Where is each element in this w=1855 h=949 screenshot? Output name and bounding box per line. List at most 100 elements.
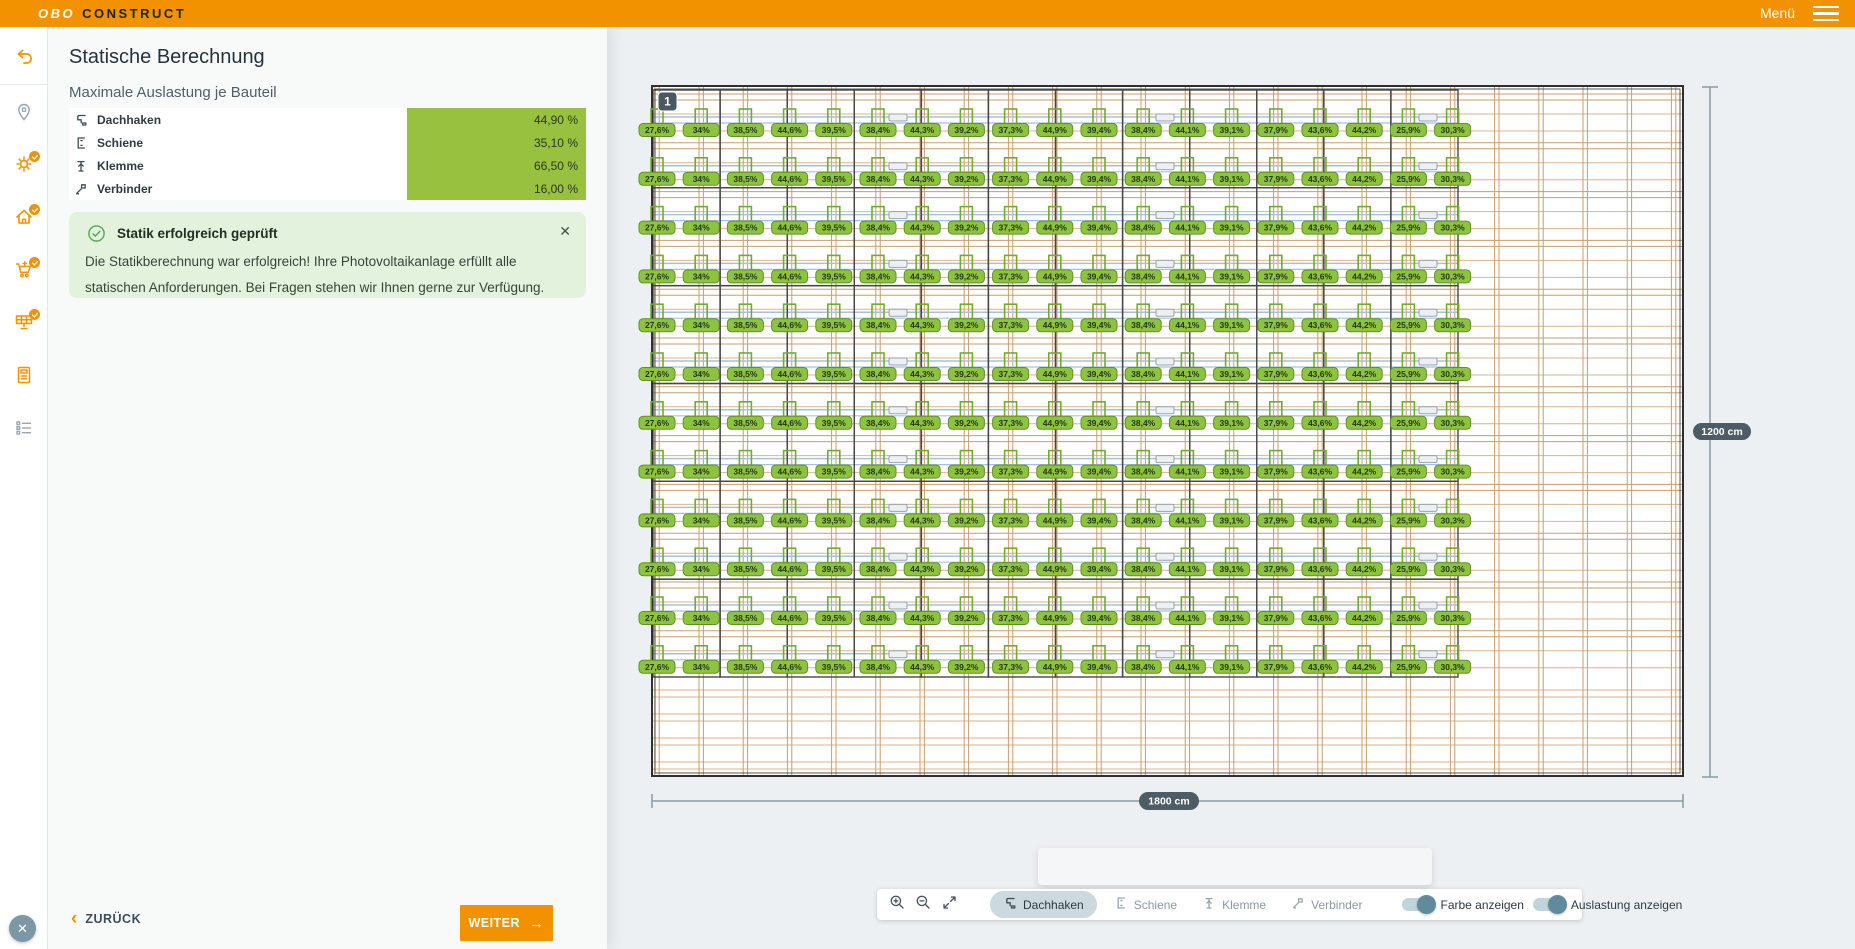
zoom-in-button[interactable] (889, 893, 906, 917)
svg-text:38,4%: 38,4% (866, 369, 891, 379)
svg-text:44,3%: 44,3% (910, 662, 935, 672)
filter-verbinder-button[interactable]: Verbinder (1283, 891, 1370, 918)
svg-text:30,3%: 30,3% (1441, 320, 1466, 330)
filter-klemme-button[interactable]: Klemme (1194, 891, 1274, 918)
logo-obo: OBO (38, 6, 75, 21)
svg-text:44,6%: 44,6% (778, 467, 803, 477)
sidebar-item-configuration[interactable] (0, 149, 48, 183)
svg-text:39,5%: 39,5% (822, 515, 847, 525)
toggle-show-color[interactable]: Farbe anzeigen (1402, 898, 1523, 912)
svg-text:30,3%: 30,3% (1441, 564, 1466, 574)
filter-schiene-button[interactable]: Schiene (1106, 891, 1185, 918)
svg-text:34%: 34% (693, 320, 710, 330)
svg-text:44,1%: 44,1% (1175, 662, 1200, 672)
svg-text:44,2%: 44,2% (1352, 223, 1377, 233)
svg-text:37,9%: 37,9% (1264, 320, 1289, 330)
svg-text:39,1%: 39,1% (1220, 125, 1245, 135)
svg-text:38,4%: 38,4% (1131, 369, 1156, 379)
toggle-switch[interactable] (1402, 898, 1433, 911)
sidebar-item-location[interactable] (0, 97, 48, 131)
svg-text:25,9%: 25,9% (1396, 320, 1421, 330)
filter-dachhaken-button[interactable]: Dachhaken (990, 891, 1097, 918)
sidebar-item-pv-layout[interactable] (0, 307, 48, 341)
chevron-left-icon: ‹ (71, 909, 77, 928)
svg-text:25,9%: 25,9% (1396, 271, 1421, 281)
svg-text:38,4%: 38,4% (1131, 418, 1156, 428)
svg-text:39,2%: 39,2% (954, 564, 979, 574)
svg-text:44,3%: 44,3% (910, 125, 935, 135)
height-dimension: 1200 cm (1693, 87, 1751, 777)
connector-icon (1291, 896, 1305, 913)
component-label: Dachhaken (97, 113, 161, 127)
svg-text:44,2%: 44,2% (1352, 125, 1377, 135)
layout-canvas[interactable]: 27,6%34%38,5%44,6%39,5%38,4%44,3%39,2%37… (607, 27, 1855, 949)
back-button[interactable]: ‹ ZURÜCK (71, 909, 141, 928)
zoom-out-icon (915, 894, 932, 916)
hamburger-menu-icon[interactable] (1811, 4, 1841, 23)
close-floating-button[interactable]: ✕ (9, 915, 36, 942)
svg-text:37,3%: 37,3% (999, 369, 1024, 379)
svg-text:38,4%: 38,4% (866, 662, 891, 672)
svg-text:25,9%: 25,9% (1396, 223, 1421, 233)
svg-text:39,2%: 39,2% (954, 662, 979, 672)
svg-text:27,6%: 27,6% (645, 662, 670, 672)
svg-text:38,4%: 38,4% (866, 125, 891, 135)
svg-text:44,1%: 44,1% (1175, 174, 1200, 184)
svg-text:43,6%: 43,6% (1308, 564, 1333, 574)
svg-text:43,6%: 43,6% (1308, 515, 1333, 525)
svg-text:44,9%: 44,9% (1043, 662, 1068, 672)
svg-text:38,4%: 38,4% (1131, 223, 1156, 233)
svg-text:30,3%: 30,3% (1441, 223, 1466, 233)
svg-text:37,3%: 37,3% (999, 613, 1024, 623)
alert-body: Die Statikberechnung war erfolgreich! Ih… (85, 249, 565, 301)
svg-text:25,9%: 25,9% (1396, 662, 1421, 672)
empty-info-panel (1038, 848, 1432, 885)
alert-title: Statik erfolgreich geprüft (117, 226, 278, 241)
connector-icon (74, 182, 88, 196)
svg-text:44,1%: 44,1% (1175, 515, 1200, 525)
svg-text:37,9%: 37,9% (1264, 662, 1289, 672)
toggle-switch[interactable] (1533, 898, 1564, 911)
alert-close-icon[interactable]: ✕ (559, 223, 571, 240)
svg-text:27,6%: 27,6% (645, 369, 670, 379)
svg-text:39,2%: 39,2% (954, 320, 979, 330)
utilization-row-dachhaken: Dachhaken44,90 % (69, 108, 586, 131)
menu-label[interactable]: Menü (1760, 5, 1795, 21)
svg-text:39,1%: 39,1% (1220, 369, 1245, 379)
svg-text:27,6%: 27,6% (645, 515, 670, 525)
rail-icon (74, 136, 88, 150)
fit-view-button[interactable] (941, 893, 958, 917)
svg-text:44,2%: 44,2% (1352, 369, 1377, 379)
svg-text:30,3%: 30,3% (1441, 369, 1466, 379)
sidebar-item-static-calculation[interactable] (0, 360, 48, 394)
sidebar-item-back[interactable] (0, 43, 48, 77)
svg-text:44,3%: 44,3% (910, 320, 935, 330)
svg-text:39,4%: 39,4% (1087, 613, 1112, 623)
toggle-show-utilization[interactable]: Auslastung anzeigen (1533, 898, 1682, 912)
static-calculation-panel: Statische Berechnung Maximale Auslastung… (48, 27, 607, 949)
component-label: Klemme (97, 159, 144, 173)
svg-text:44,2%: 44,2% (1352, 564, 1377, 574)
svg-text:39,2%: 39,2% (954, 613, 979, 623)
svg-text:25,9%: 25,9% (1396, 467, 1421, 477)
svg-text:34%: 34% (693, 564, 710, 574)
roof-hook-icon (1003, 896, 1017, 913)
zoom-out-button[interactable] (915, 893, 932, 917)
sidebar-item-products[interactable] (0, 255, 48, 289)
svg-text:44,3%: 44,3% (910, 223, 935, 233)
svg-text:39,2%: 39,2% (954, 125, 979, 135)
svg-text:38,4%: 38,4% (866, 418, 891, 428)
svg-text:38,4%: 38,4% (866, 223, 891, 233)
svg-text:30,3%: 30,3% (1441, 662, 1466, 672)
component-label: Verbinder (97, 182, 152, 196)
svg-text:38,4%: 38,4% (866, 564, 891, 574)
clamp-icon (74, 159, 88, 173)
sidebar-item-parts-list[interactable] (0, 413, 48, 447)
svg-text:39,1%: 39,1% (1220, 467, 1245, 477)
svg-text:44,1%: 44,1% (1175, 467, 1200, 477)
svg-text:44,2%: 44,2% (1352, 613, 1377, 623)
svg-text:44,6%: 44,6% (778, 320, 803, 330)
svg-text:44,9%: 44,9% (1043, 418, 1068, 428)
sidebar-item-building[interactable] (0, 202, 48, 236)
next-button[interactable]: WEITER → (460, 905, 553, 941)
